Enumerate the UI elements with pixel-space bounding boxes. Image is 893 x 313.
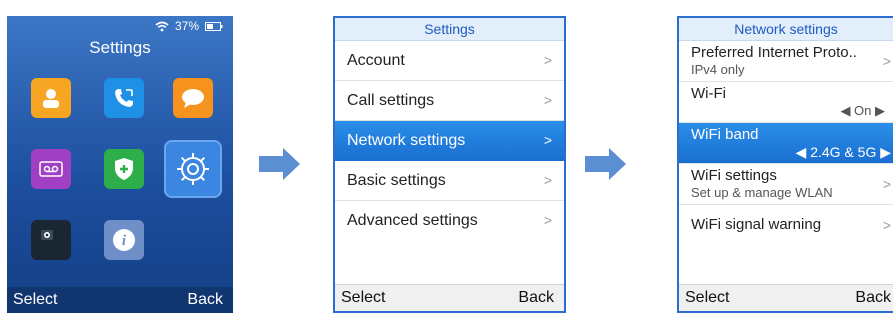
softkey-bar: Select Back bbox=[679, 284, 893, 311]
call-history-icon bbox=[115, 89, 133, 107]
back-softkey[interactable]: Back bbox=[187, 287, 223, 313]
menu-item-label: Wi-Fi bbox=[691, 85, 726, 102]
menu-item-call-settings[interactable]: Call settings > bbox=[335, 81, 564, 121]
menu-item-basic-settings[interactable]: Basic settings > bbox=[335, 161, 564, 201]
select-softkey[interactable]: Select bbox=[685, 285, 729, 311]
menu-item-wifi[interactable]: Wi-Fi ◀ On ▶ bbox=[679, 82, 893, 123]
chevron-right-icon: > bbox=[543, 172, 552, 188]
menu-item-network-settings[interactable]: Network settings > bbox=[335, 121, 564, 161]
battery-percent: 37% bbox=[174, 19, 199, 33]
menu-item-wifi-signal-warning[interactable]: WiFi signal warning > bbox=[679, 205, 893, 245]
softkey-bar: Select Back bbox=[335, 284, 564, 311]
next-arrow-icon bbox=[585, 148, 626, 180]
menu-item-label: Preferred Internet Proto.. bbox=[691, 44, 857, 61]
phone-screen-home: 37% Settings i Select Back bbox=[7, 16, 233, 313]
phone-screen-settings: Settings Account > Call settings > Netwo… bbox=[333, 16, 566, 313]
page-title: Settings bbox=[89, 38, 151, 57]
chevron-right-icon: > bbox=[543, 92, 552, 108]
camera-app[interactable] bbox=[31, 220, 71, 260]
select-softkey[interactable]: Select bbox=[341, 285, 385, 311]
menu-item-wifi-settings[interactable]: WiFi settings Set up & manage WLAN > bbox=[679, 164, 893, 205]
select-softkey[interactable]: Select bbox=[13, 287, 57, 313]
messages-app[interactable] bbox=[173, 78, 213, 118]
messages-icon bbox=[182, 89, 204, 108]
chevron-right-icon: > bbox=[882, 53, 891, 69]
phone-screen-network-settings: Network settings Preferred Internet Prot… bbox=[677, 16, 893, 313]
settings-gear-icon bbox=[177, 153, 209, 185]
settings-app[interactable] bbox=[164, 140, 222, 198]
menu-item-label: Account bbox=[347, 52, 405, 69]
softkey-bar: Select Back bbox=[7, 287, 233, 313]
call-history-app[interactable] bbox=[104, 78, 144, 118]
chevron-right-icon: > bbox=[543, 132, 552, 148]
info-icon: i bbox=[113, 229, 135, 251]
back-softkey[interactable]: Back bbox=[855, 285, 891, 311]
security-shield-icon bbox=[115, 158, 133, 180]
chevron-right-icon: > bbox=[543, 212, 552, 228]
battery-icon bbox=[205, 21, 223, 31]
menu-item-advanced-settings[interactable]: Advanced settings > bbox=[335, 201, 564, 240]
menu-item-subtitle: Set up & manage WLAN bbox=[691, 185, 833, 200]
back-softkey[interactable]: Back bbox=[518, 285, 554, 311]
menu-item-label: Basic settings bbox=[347, 172, 446, 189]
camera-icon bbox=[41, 230, 53, 240]
voicemail-icon bbox=[39, 161, 63, 177]
menu-item-label: Network settings bbox=[347, 132, 466, 149]
menu-item-account[interactable]: Account > bbox=[335, 41, 564, 81]
contacts-app[interactable] bbox=[31, 78, 71, 118]
status-bar: 37% bbox=[155, 19, 223, 33]
chevron-right-icon: > bbox=[882, 217, 891, 233]
wifi-icon bbox=[155, 21, 169, 31]
wifi-toggle-value[interactable]: ◀ On ▶ bbox=[840, 103, 885, 119]
chevron-right-icon: > bbox=[882, 176, 891, 192]
menu-item-label: WiFi settings bbox=[691, 167, 777, 184]
menu-item-wifi-band[interactable]: WiFi band ◀ 2.4G & 5G ▶ bbox=[679, 123, 893, 164]
screen-header: Network settings bbox=[679, 18, 893, 41]
security-app[interactable] bbox=[104, 149, 144, 189]
voicemail-app[interactable] bbox=[31, 149, 71, 189]
contacts-icon bbox=[43, 89, 59, 108]
menu-item-preferred-internet-protocol[interactable]: Preferred Internet Proto.. IPv4 only > bbox=[679, 41, 893, 82]
menu-item-label: Advanced settings bbox=[347, 212, 478, 229]
menu-item-label: Call settings bbox=[347, 92, 435, 109]
menu-item-subtitle: IPv4 only bbox=[691, 62, 745, 77]
chevron-right-icon: > bbox=[543, 52, 552, 68]
screen-header: Settings bbox=[335, 18, 564, 41]
info-app[interactable]: i bbox=[104, 220, 144, 260]
wifi-band-value[interactable]: ◀ 2.4G & 5G ▶ bbox=[796, 144, 891, 161]
menu-item-label: WiFi signal warning bbox=[691, 216, 822, 233]
next-arrow-icon bbox=[259, 148, 300, 180]
menu-item-label: WiFi band bbox=[691, 126, 759, 143]
